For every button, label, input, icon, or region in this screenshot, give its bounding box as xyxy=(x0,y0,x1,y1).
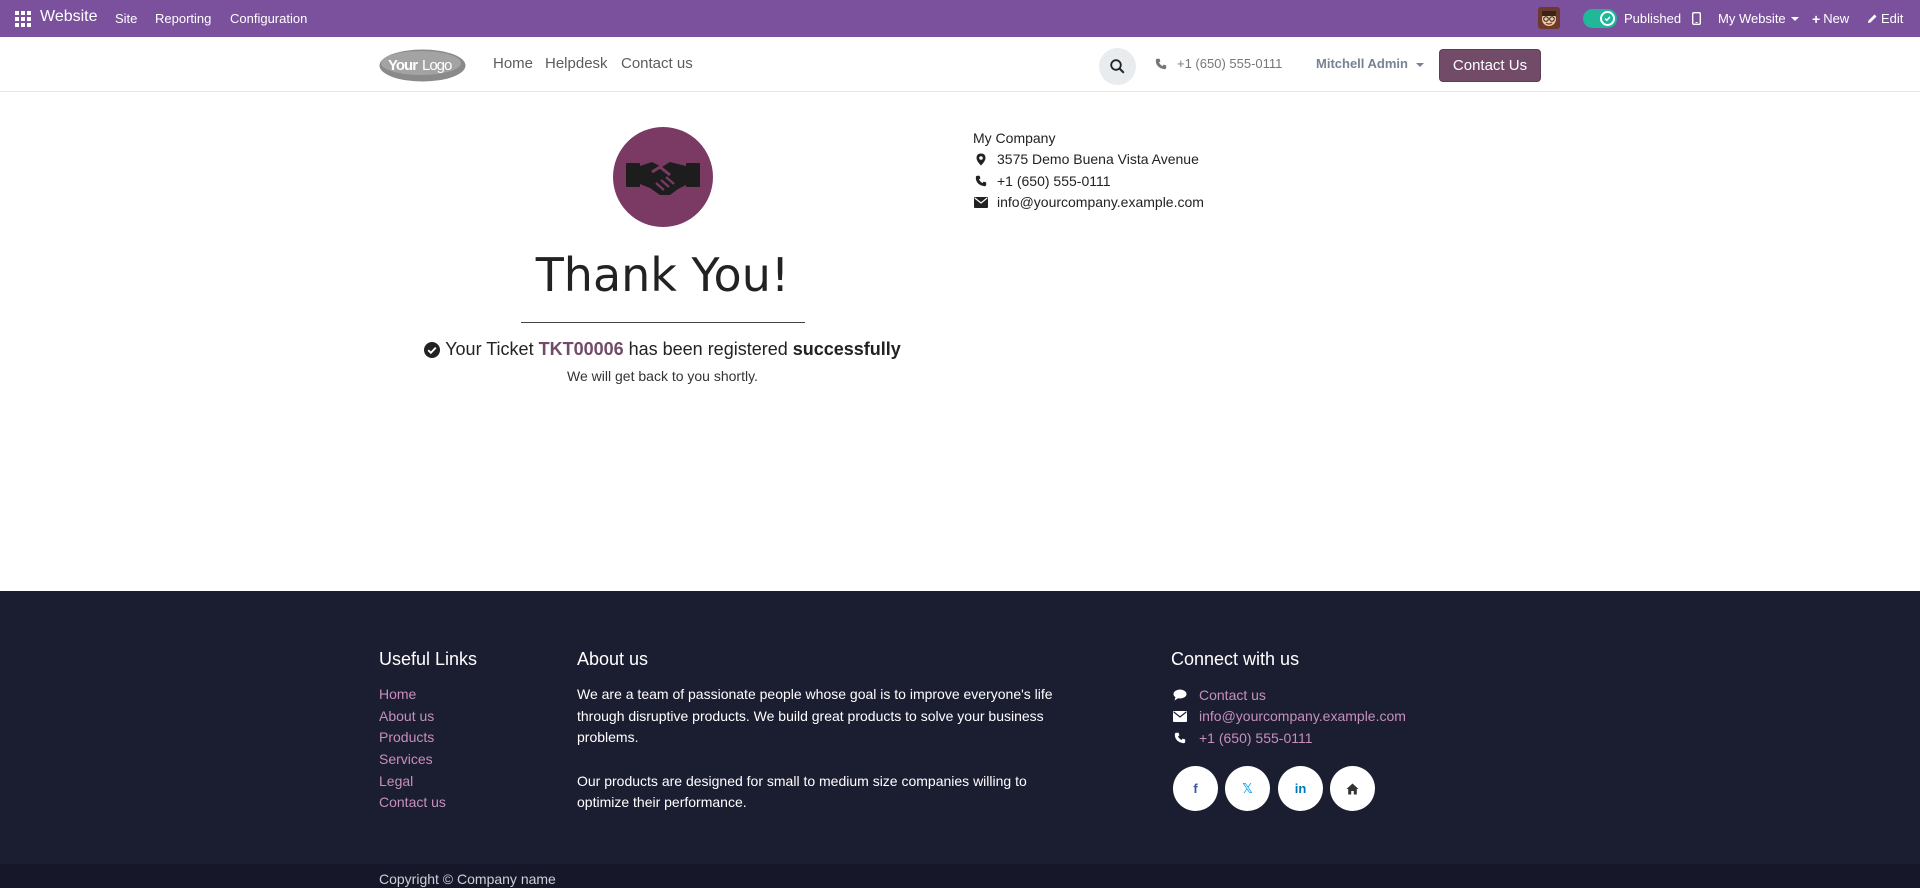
company-info: My Company 3575 Demo Buena Vista Avenue … xyxy=(973,127,1204,213)
phone-icon xyxy=(1155,58,1167,69)
company-phone: +1 (650) 555-0111 xyxy=(973,170,1204,192)
mobile-preview-icon[interactable] xyxy=(1692,0,1701,37)
useful-links-title: Useful Links xyxy=(379,649,478,669)
edit-button[interactable]: Edit xyxy=(1867,0,1903,37)
phone-icon xyxy=(1173,732,1187,744)
about-paragraph-1: We are a team of passionate people whose… xyxy=(577,686,1053,745)
svg-text:Logo: Logo xyxy=(422,57,452,74)
connect-title: Connect with us xyxy=(1171,649,1300,669)
facebook-button[interactable]: f xyxy=(1173,766,1218,811)
site-header: Your Logo Home Helpdesk Contact us +1 (6… xyxy=(0,37,1920,92)
admin-bar: Website Site Reporting Configuration Pub… xyxy=(0,0,1920,37)
about-paragraph-2: Our products are designed for small to m… xyxy=(577,772,1027,811)
user-menu[interactable]: Mitchell Admin xyxy=(1316,56,1424,71)
company-name: My Company xyxy=(973,129,1056,146)
ticket-number: TKT00006 xyxy=(538,339,624,359)
map-marker-icon xyxy=(973,153,989,166)
home-button[interactable] xyxy=(1330,766,1375,811)
envelope-icon xyxy=(1173,710,1187,722)
phone-icon xyxy=(973,175,989,187)
company-email-text: info@yourcompany.example.com xyxy=(997,194,1204,211)
apps-grid-icon[interactable] xyxy=(15,11,31,27)
copyright-text: Copyright © Company name xyxy=(379,871,556,887)
header-phone-number: +1 (650) 555-0111 xyxy=(1177,56,1283,71)
nav-helpdesk[interactable]: Helpdesk xyxy=(545,55,608,72)
admin-menu-reporting[interactable]: Reporting xyxy=(155,11,211,26)
company-address-text: 3575 Demo Buena Vista Avenue xyxy=(997,151,1199,168)
useful-links-list: Home About us Products Services Legal Co… xyxy=(379,685,446,815)
connect-phone-text: +1 (650) 555-0111 xyxy=(1199,729,1313,746)
footer-link-contact-us[interactable]: Contact us xyxy=(379,793,446,815)
handshake-icon xyxy=(613,127,713,227)
plus-icon: + xyxy=(1812,10,1821,27)
footer-link-legal[interactable]: Legal xyxy=(379,772,446,794)
nav-home[interactable]: Home xyxy=(493,55,533,72)
search-button[interactable] xyxy=(1099,48,1136,85)
x-twitter-button[interactable]: 𝕏 xyxy=(1225,766,1270,811)
facebook-icon: f xyxy=(1193,781,1198,796)
company-email: info@yourcompany.example.com xyxy=(973,192,1204,214)
search-icon xyxy=(1110,59,1125,74)
x-twitter-icon: 𝕏 xyxy=(1242,780,1253,796)
linkedin-icon: in xyxy=(1294,781,1307,796)
ticket-success-text: successfully xyxy=(792,339,901,359)
ticket-prefix: Your Ticket xyxy=(445,339,534,359)
company-address: 3575 Demo Buena Vista Avenue xyxy=(973,149,1204,171)
thank-you-title: Thank You! xyxy=(535,248,790,302)
ticket-followup-text: We will get back to you shortly. xyxy=(567,368,758,384)
footer-link-products[interactable]: Products xyxy=(379,728,446,750)
user-name: Mitchell Admin xyxy=(1316,56,1408,71)
published-toggle[interactable] xyxy=(1583,9,1617,28)
ticket-middle-text: has been registered xyxy=(628,339,788,359)
contact-us-button[interactable]: Contact Us xyxy=(1439,49,1541,82)
connect-contact-row[interactable]: Contact us xyxy=(1173,684,1406,706)
connect-phone-row[interactable]: +1 (650) 555-0111 xyxy=(1173,727,1406,749)
website-selector-label: My Website xyxy=(1718,11,1786,26)
copyright-band: Copyright © Company name xyxy=(0,864,1920,888)
new-label: New xyxy=(1823,11,1850,26)
svg-text:Your: Your xyxy=(388,57,418,74)
published-label: Published xyxy=(1624,11,1682,26)
home-icon xyxy=(1346,783,1359,794)
comment-icon xyxy=(1173,689,1187,701)
admin-menu-site[interactable]: Site xyxy=(115,11,137,26)
edit-label: Edit xyxy=(1881,11,1904,26)
admin-menu-configuration[interactable]: Configuration xyxy=(230,11,307,26)
title-divider xyxy=(521,322,805,323)
footer-link-services[interactable]: Services xyxy=(379,750,446,772)
caret-down-icon xyxy=(1415,62,1424,67)
envelope-icon xyxy=(973,196,989,208)
connect-email-text: info@yourcompany.example.com xyxy=(1199,708,1406,725)
pencil-icon xyxy=(1868,14,1877,23)
connect-list: Contact us info@yourcompany.example.com … xyxy=(1173,684,1406,749)
new-button[interactable]: + New xyxy=(1812,0,1849,37)
about-us-title: About us xyxy=(577,649,649,669)
nav-contact-us[interactable]: Contact us xyxy=(621,55,693,72)
linkedin-button[interactable]: in xyxy=(1278,766,1323,811)
connect-contact-text: Contact us xyxy=(1199,686,1266,703)
ticket-confirmation: Your Ticket TKT00006 has been registered… xyxy=(400,339,925,360)
header-phone[interactable]: +1 (650) 555-0111 xyxy=(1155,56,1282,71)
website-selector[interactable]: My Website xyxy=(1718,0,1799,37)
company-logo[interactable]: Your Logo xyxy=(379,49,466,82)
admin-app-name[interactable]: Website xyxy=(40,8,98,26)
footer-link-about-us[interactable]: About us xyxy=(379,707,446,729)
check-circle-icon xyxy=(424,341,441,358)
about-us-text: We are a team of passionate people whose… xyxy=(577,684,1055,814)
connect-email-row[interactable]: info@yourcompany.example.com xyxy=(1173,706,1406,728)
company-phone-text: +1 (650) 555-0111 xyxy=(997,172,1111,189)
chevron-down-icon xyxy=(1790,16,1799,21)
footer-link-home[interactable]: Home xyxy=(379,685,446,707)
user-avatar[interactable] xyxy=(1538,7,1560,29)
site-footer: Useful Links Home About us Products Serv… xyxy=(0,591,1920,888)
